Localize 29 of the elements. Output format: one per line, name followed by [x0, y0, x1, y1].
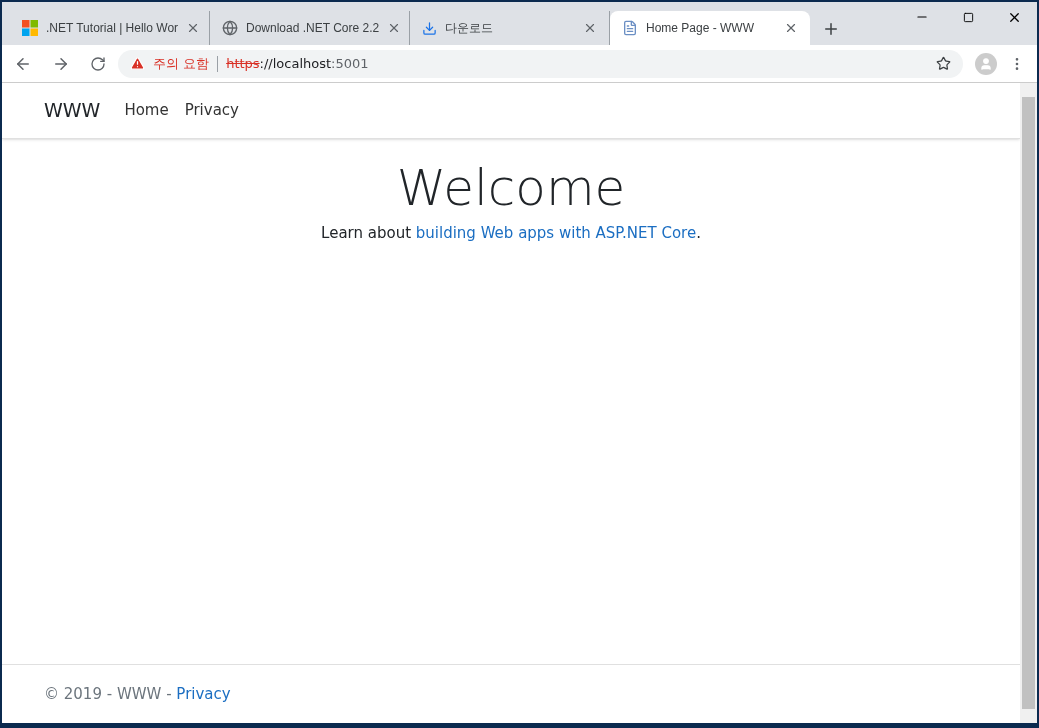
reload-icon[interactable] [90, 55, 106, 72]
download-icon [422, 20, 437, 36]
docs-link[interactable]: building Web apps with ASP.NET Core [415, 223, 697, 242]
new-tab-icon[interactable] [822, 20, 840, 38]
tab-title: 다운로드 [445, 20, 494, 37]
document-icon [622, 20, 638, 36]
close-icon[interactable] [784, 21, 798, 35]
intro-sentence: Learn about building Web apps with ASP.NET Core. [321, 222, 701, 244]
browser-tab[interactable]: Download .NET Core 2.2 [210, 11, 410, 45]
security-warning: 주의 요함 [153, 54, 210, 73]
footer-text: © 2019 - WWW - Privacy [44, 683, 231, 705]
scrollbar[interactable] [1020, 83, 1037, 723]
nav-link[interactable]: Home [124, 99, 169, 122]
tab-title: Home Page - WWW [646, 20, 755, 37]
nav-link[interactable]: Privacy [184, 99, 239, 122]
bookmark-star-icon[interactable] [936, 56, 951, 71]
tab-title: .NET Tutorial | Hello Wor [46, 20, 179, 37]
url-text: https://localhost:5001 [226, 54, 369, 73]
footer-link[interactable]: Privacy [176, 684, 231, 703]
address-bar[interactable]: 주의 요함 https://localhost:5001 [118, 49, 963, 78]
warning-icon [130, 56, 145, 71]
globe-icon [222, 20, 238, 36]
browser-tab[interactable]: .NET Tutorial | Hello Wor [10, 11, 210, 45]
navbar-brand[interactable]: WWW [44, 96, 101, 125]
welcome-heading: Welcome [396, 158, 626, 219]
tab-title: Download .NET Core 2.2 [246, 20, 380, 37]
browser-tab[interactable]: Home Page - WWW [610, 11, 810, 45]
four-squares-logo-icon [22, 20, 38, 36]
maximize-icon[interactable] [962, 11, 974, 23]
